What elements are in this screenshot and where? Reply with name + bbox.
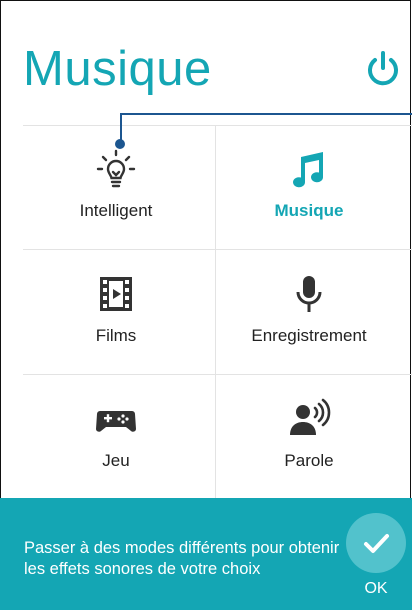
film-icon bbox=[100, 277, 132, 311]
mode-enregistrement[interactable]: Enregistrement bbox=[216, 250, 402, 374]
lightbulb-icon bbox=[96, 149, 136, 188]
mode-films[interactable]: Films bbox=[23, 250, 209, 374]
callout-dot bbox=[115, 139, 125, 149]
page-title: Musique bbox=[23, 42, 212, 96]
mode-parole[interactable]: Parole bbox=[216, 375, 402, 499]
ok-button[interactable] bbox=[346, 513, 406, 573]
ok-label[interactable]: OK bbox=[346, 580, 406, 598]
mode-grid: Intelligent Musique Films Enregistrement… bbox=[23, 125, 412, 499]
mode-label: Jeu bbox=[102, 451, 130, 470]
mode-label: Intelligent bbox=[79, 201, 153, 220]
mode-label: Films bbox=[95, 326, 137, 345]
mode-jeu[interactable]: Jeu bbox=[23, 375, 209, 499]
hint-banner: Passer à des modes différents pour obten… bbox=[0, 498, 412, 610]
mode-label: Musique bbox=[274, 201, 344, 220]
gamepad-icon bbox=[96, 411, 136, 432]
mode-musique[interactable]: Musique bbox=[216, 125, 402, 249]
check-icon bbox=[364, 534, 389, 553]
power-icon[interactable] bbox=[365, 50, 401, 88]
mode-label: Enregistrement bbox=[251, 326, 367, 345]
music-note-icon bbox=[293, 152, 324, 188]
speaker-voice-icon bbox=[290, 398, 331, 435]
callout-line bbox=[120, 113, 412, 115]
hint-message: Passer à des modes différents pour obten… bbox=[24, 539, 340, 578]
microphone-icon bbox=[296, 276, 322, 312]
mode-label: Parole bbox=[284, 451, 334, 470]
